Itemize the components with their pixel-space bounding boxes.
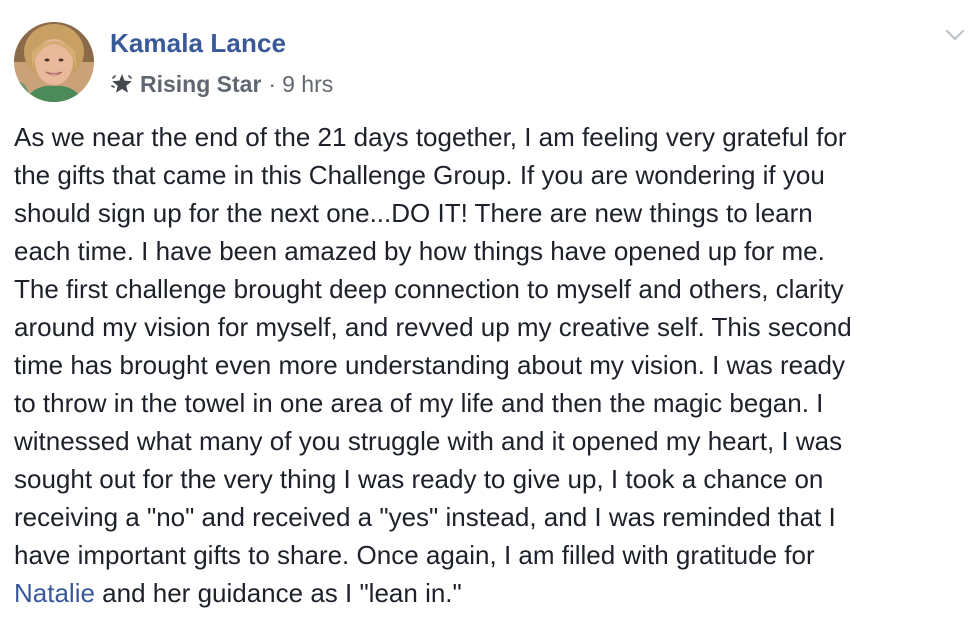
- star-badge-icon: [110, 72, 134, 96]
- post-body: As we near the end of the 21 days togeth…: [14, 118, 964, 612]
- post-text-line: witnessed what many of you struggle with…: [14, 426, 843, 456]
- post-text-line-rest: and her guidance as I "lean in.": [94, 578, 462, 608]
- avatar-image: [14, 22, 94, 102]
- post-text-line: around my vision for myself, and revved …: [14, 312, 852, 342]
- post-text-line: to throw in the towel in one area of my …: [14, 388, 824, 418]
- post-text-line: As we near the end of the 21 days togeth…: [14, 122, 847, 152]
- author-name[interactable]: Kamala Lance: [110, 28, 286, 59]
- member-badge[interactable]: Rising Star: [140, 71, 261, 98]
- post-meta: Rising Star · 9 hrs: [110, 70, 333, 98]
- mention-link[interactable]: Natalie: [14, 578, 95, 608]
- post-text-line: each time. I have been amazed by how thi…: [14, 236, 825, 266]
- post-text-last-line: Natalie and her guidance as I "lean in.": [14, 574, 964, 612]
- meta-separator: ·: [268, 70, 277, 97]
- post-text-line: should sign up for the next one...DO IT!…: [14, 198, 813, 228]
- post-text-line: sought out for the very thing I was read…: [14, 464, 824, 494]
- post-text-line: time has brought even more understanding…: [14, 350, 846, 380]
- post-text-line: receiving a "no" and received a "yes" in…: [14, 502, 836, 532]
- chevron-down-icon[interactable]: [944, 26, 966, 44]
- post-text-line: the gifts that came in this Challenge Gr…: [14, 160, 825, 190]
- author-avatar[interactable]: [14, 22, 94, 102]
- post-text-line: The first challenge brought deep connect…: [14, 274, 844, 304]
- post-timestamp[interactable]: 9 hrs: [282, 71, 333, 98]
- post-text-line: have important gifts to share. Once agai…: [14, 540, 815, 570]
- feed-post: Kamala Lance Rising Star · 9 hrs As we n…: [0, 0, 974, 618]
